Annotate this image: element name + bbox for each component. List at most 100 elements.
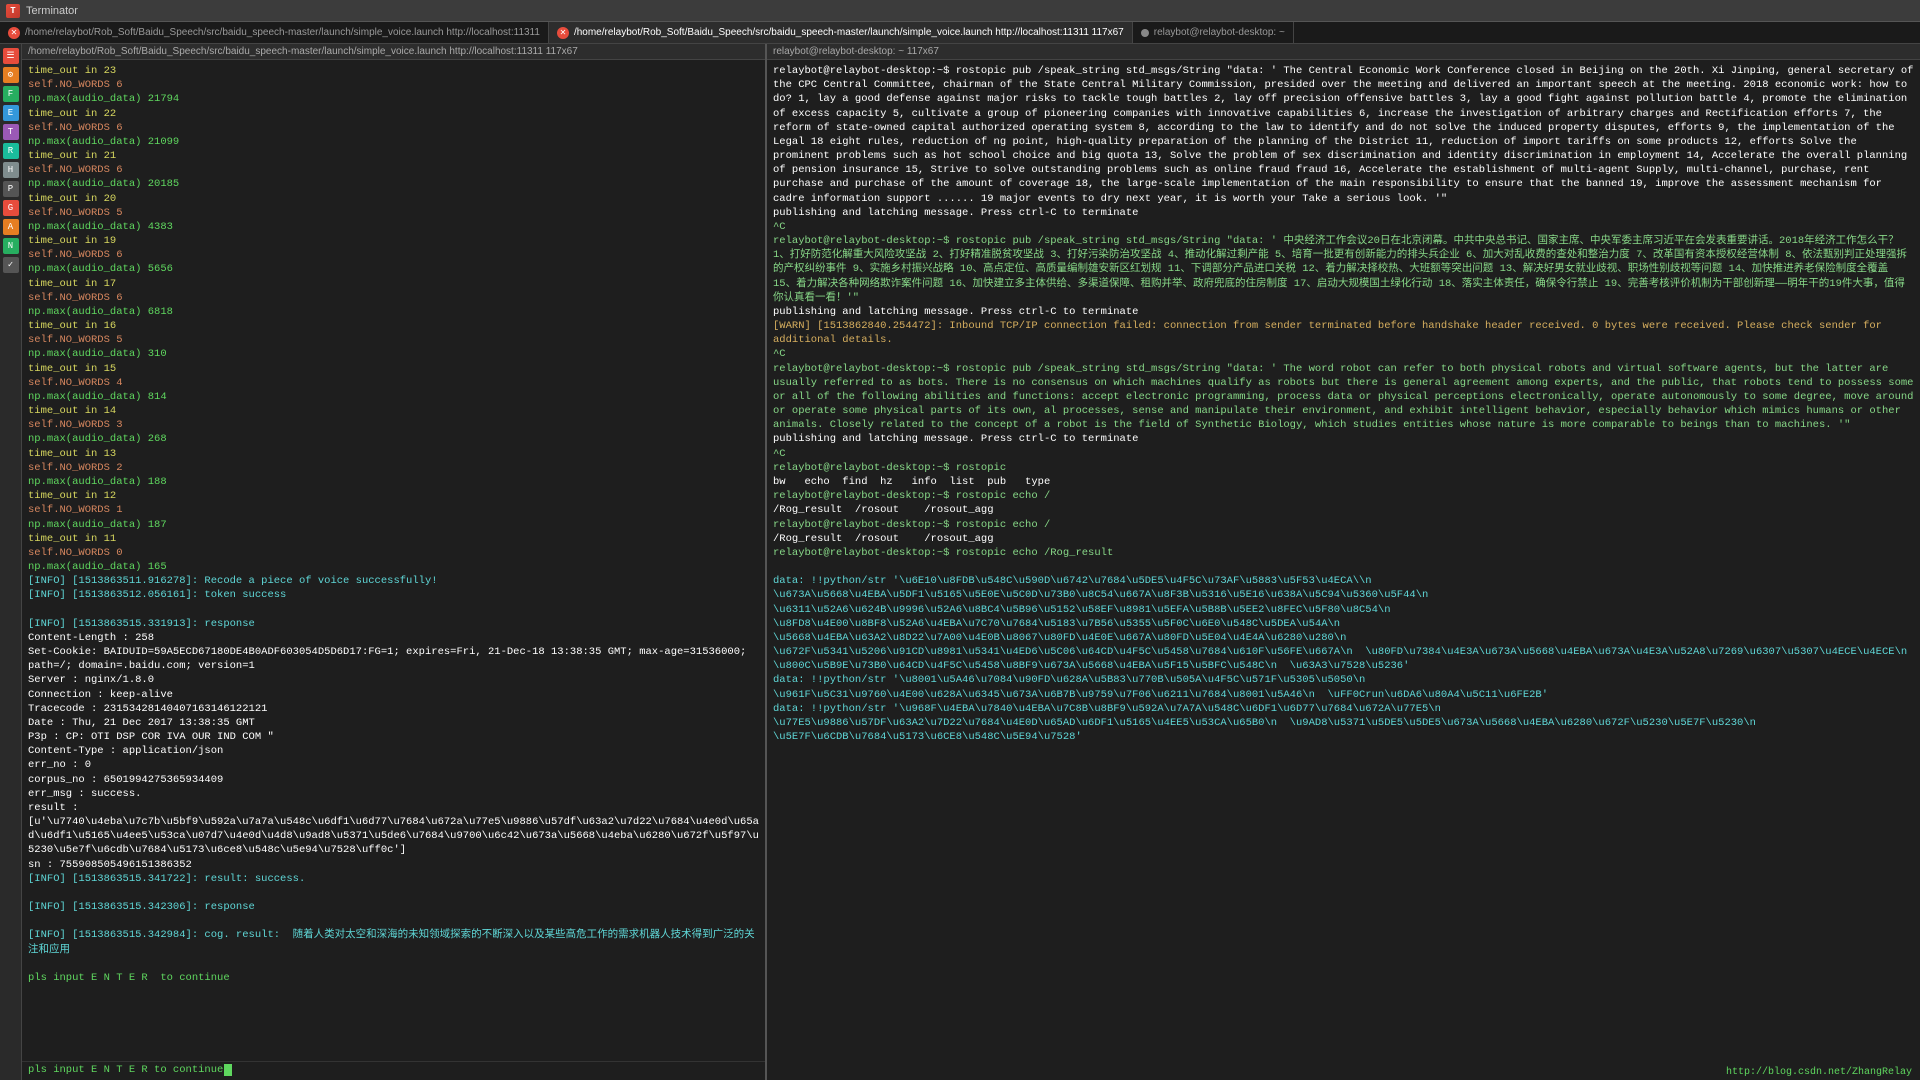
- sidebar-icon-11[interactable]: ✓: [3, 257, 19, 273]
- left-line: err_msg : success.: [28, 788, 141, 800]
- left-line: [INFO] [1513863515.342306]: response: [28, 901, 255, 913]
- sidebar-icon-5[interactable]: R: [3, 143, 19, 159]
- left-line: np.max(audio_data) 165: [28, 561, 167, 573]
- sidebar-icon-2[interactable]: F: [3, 86, 19, 102]
- terminal-left-header: /home/relaybot/Rob_Soft/Baidu_Speech/src…: [22, 44, 765, 60]
- left-line: time_out in 14: [28, 405, 116, 417]
- sidebar: ☰ ⚙ F E T R H P G A N ✓: [0, 44, 22, 1080]
- tab-bar: ✕ /home/relaybot/Rob_Soft/Baidu_Speech/s…: [0, 22, 1920, 44]
- right-line: /Rog_result /rosout /rosout_agg: [773, 504, 994, 516]
- left-line: np.max(audio_data) 188: [28, 476, 167, 488]
- left-line: time_out in 15: [28, 363, 116, 375]
- sidebar-icon-3[interactable]: E: [3, 105, 19, 121]
- left-line: self.NO_WORDS 6: [28, 249, 123, 261]
- left-line: time_out in 13: [28, 448, 116, 460]
- cursor: [224, 1064, 232, 1076]
- left-line: np.max(audio_data) 4383: [28, 221, 173, 233]
- right-line: ^C relaybot@relaybot-desktop:~$ rostopic…: [773, 348, 1920, 431]
- left-line: np.max(audio_data) 310: [28, 348, 167, 360]
- right-line: bw echo find hz info list pub type: [773, 476, 1050, 488]
- left-line: Connection : keep-alive: [28, 689, 173, 701]
- left-line: self.NO_WORDS 5: [28, 207, 123, 219]
- app-icon: T: [6, 4, 20, 18]
- left-line: time_out in 21: [28, 150, 116, 162]
- left-line: np.max(audio_data) 21794: [28, 93, 179, 105]
- tab-label-2: /home/relaybot/Rob_Soft/Baidu_Speech/src…: [574, 27, 1124, 38]
- left-line: self.NO_WORDS 1: [28, 504, 123, 516]
- right-line: relaybot@relaybot-desktop:~$ rostopic ec…: [773, 490, 1050, 502]
- sidebar-icon-7[interactable]: P: [3, 181, 19, 197]
- right-line: ^C relaybot@relaybot-desktop:~$ rostopic…: [773, 221, 1907, 304]
- input-text: pls input E N T E R to continue: [28, 1064, 223, 1076]
- left-line: pls input E N T E R to continue: [28, 972, 230, 984]
- sidebar-icon-1[interactable]: ⚙: [3, 67, 19, 83]
- right-line: data: !!python/str '\u8001\u5A46\u7084\u…: [773, 674, 1548, 700]
- terminal-left-header-text: /home/relaybot/Rob_Soft/Baidu_Speech/src…: [28, 46, 578, 57]
- tab-2[interactable]: ✕ /home/relaybot/Rob_Soft/Baidu_Speech/s…: [549, 22, 1133, 43]
- left-line: Server : nginx/1.8.0: [28, 674, 154, 686]
- left-line: time_out in 12: [28, 490, 116, 502]
- terminal-right: relaybot@relaybot-desktop: ~ 117x67 rela…: [767, 44, 1920, 1080]
- left-line: self.NO_WORDS 6: [28, 164, 123, 176]
- right-line: [WARN] [1513862840.254472]: Inbound TCP/…: [773, 320, 1888, 346]
- left-line: [INFO] [1513863511.916278]: Recode a pie…: [28, 575, 438, 587]
- main-content: ☰ ⚙ F E T R H P G A N ✓ /home/relaybot/R…: [0, 44, 1920, 1080]
- terminal-right-header-text: relaybot@relaybot-desktop: ~ 117x67: [773, 46, 939, 57]
- sidebar-icon-9[interactable]: A: [3, 219, 19, 235]
- left-line: np.max(audio_data) 814: [28, 391, 167, 403]
- left-line: Date : Thu, 21 Dec 2017 13:38:35 GMT: [28, 717, 255, 729]
- sidebar-icon-6[interactable]: H: [3, 162, 19, 178]
- sidebar-icon-0[interactable]: ☰: [3, 48, 19, 64]
- left-line: self.NO_WORDS 6: [28, 79, 123, 91]
- tab-1[interactable]: ✕ /home/relaybot/Rob_Soft/Baidu_Speech/s…: [0, 22, 549, 43]
- left-line: self.NO_WORDS 6: [28, 122, 123, 134]
- left-line: time_out in 19: [28, 235, 116, 247]
- left-line: result : [u'\u7740\u4eba\u7c7b\u5bf9\u59…: [28, 802, 759, 857]
- tab-close-icon-2[interactable]: ✕: [557, 27, 569, 39]
- sidebar-icon-4[interactable]: T: [3, 124, 19, 140]
- tab-label-3: relaybot@relaybot-desktop: ~: [1154, 27, 1285, 38]
- tab-label-1: /home/relaybot/Rob_Soft/Baidu_Speech/src…: [25, 27, 540, 38]
- right-line: relaybot@relaybot-desktop:~$ rostopic ec…: [773, 547, 1113, 559]
- left-line: np.max(audio_data) 5656: [28, 263, 173, 275]
- terminals-container: /home/relaybot/Rob_Soft/Baidu_Speech/src…: [22, 44, 1920, 1080]
- left-line: np.max(audio_data) 20185: [28, 178, 179, 190]
- left-line: Content-Type : application/json: [28, 745, 223, 757]
- right-line: publishing and latching message. Press c…: [773, 207, 1138, 219]
- left-line: P3p : CP: OTI DSP COR IVA OUR IND COM ": [28, 731, 274, 743]
- left-line: time_out in 16: [28, 320, 116, 332]
- terminal-right-body[interactable]: relaybot@relaybot-desktop:~$ rostopic pu…: [767, 60, 1920, 1080]
- left-line: time_out in 23: [28, 65, 116, 77]
- right-line: relaybot@relaybot-desktop:~$ rostopic ec…: [773, 519, 1050, 531]
- left-line: self.NO_WORDS 0: [28, 547, 123, 559]
- terminal-left-body[interactable]: time_out in 23 self.NO_WORDS 6 np.max(au…: [22, 60, 765, 1061]
- left-line: self.NO_WORDS 2: [28, 462, 123, 474]
- left-line: np.max(audio_data) 6818: [28, 306, 173, 318]
- tab-3[interactable]: relaybot@relaybot-desktop: ~: [1133, 22, 1294, 43]
- title-bar: T Terminator: [0, 0, 1920, 22]
- left-line: np.max(audio_data) 268: [28, 433, 167, 445]
- left-line: [INFO] [1513863515.341722]: result: succ…: [28, 873, 305, 885]
- status-bar: http://blog.csdn.net/ZhangRelay: [1718, 1065, 1920, 1080]
- sidebar-icon-8[interactable]: G: [3, 200, 19, 216]
- left-line: Set-Cookie: BAIDUID=59A5ECD67180DE4B0ADF…: [28, 646, 753, 672]
- left-line: err_no : 0: [28, 759, 91, 771]
- app-title: Terminator: [26, 5, 78, 17]
- tab-close-icon-1[interactable]: ✕: [8, 27, 20, 39]
- left-line: time_out in 20: [28, 193, 116, 205]
- left-line: time_out in 11: [28, 533, 116, 545]
- right-line: publishing and latching message. Press c…: [773, 433, 1138, 445]
- status-url: http://blog.csdn.net/ZhangRelay: [1726, 1067, 1912, 1078]
- left-line: time_out in 17: [28, 278, 116, 290]
- right-line: /Rog_result /rosout /rosout_agg: [773, 533, 994, 545]
- terminal-left: /home/relaybot/Rob_Soft/Baidu_Speech/src…: [22, 44, 767, 1080]
- right-line: relaybot@relaybot-desktop:~$ rostopic pu…: [773, 65, 1920, 205]
- right-line: data: !!python/str '\u6E10\u8FDB\u548C\u…: [773, 575, 1920, 672]
- left-line: self.NO_WORDS 4: [28, 377, 123, 389]
- left-line: corpus_no : 6501994275365934409: [28, 774, 223, 786]
- left-line: [INFO] [1513863512.056161]: token succes…: [28, 589, 286, 601]
- terminal-input-line: pls input E N T E R to continue: [22, 1061, 765, 1080]
- sidebar-icon-10[interactable]: N: [3, 238, 19, 254]
- left-line: [INFO] [1513863515.331913]: response: [28, 618, 255, 630]
- left-line: self.NO_WORDS 3: [28, 419, 123, 431]
